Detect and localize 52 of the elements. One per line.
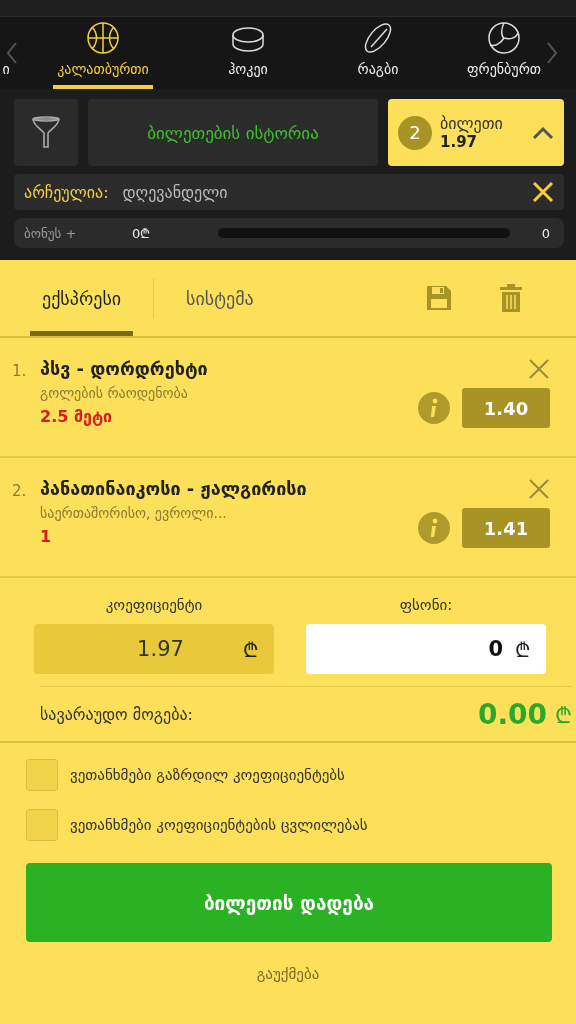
stake-label: ფსონი: [399,596,453,614]
coefficient-field: 1.97 ₾ [34,624,274,674]
ticket-button[interactable]: 2 ბილეთი 1.97 [388,99,564,166]
checkbox[interactable] [26,759,58,791]
bet-type-tab[interactable]: სისტემა [174,260,266,336]
ticket-count-badge: 2 [398,115,432,150]
funnel-icon [31,115,61,150]
bet-pick: 2.5 მეტი [40,407,114,426]
bonus-count: 0 [540,225,551,241]
market-name: საერთაშორისო, ევროლი... [40,505,228,521]
save-icon[interactable] [426,285,452,311]
filter-label: არჩეულია: [24,182,109,202]
remove-icon[interactable] [528,478,550,500]
puck-icon [230,25,266,55]
volleyball-icon [487,21,521,55]
checkbox[interactable] [26,809,58,841]
odds-badge: 1.41 [462,508,550,548]
stake-input[interactable]: 0 ₾ [306,624,546,674]
filter-button[interactable] [14,99,78,166]
odds-badge: 1.40 [462,388,550,428]
bonus-amount: 0₾ [132,225,152,242]
bet-type-tab[interactable]: ექსპრესი [30,260,134,336]
coefficient-label: კოეფიციენტი [105,596,203,614]
checkbox-label: ვეთანხმები გაზრდილ კოეფიციენტებს [70,766,345,784]
market-name: გოლების რაოდენობა [40,385,189,401]
remove-icon[interactable] [528,358,550,380]
match-name: პანათინაიკოსი - ჟალგირისი [40,478,308,499]
potential-win-label: სავარაუდო მოგება: [40,704,194,724]
checkbox-label: ვეთანხმები კოეფიციენტების ცვლილებას [70,816,368,834]
basketball-icon [86,21,120,55]
bonus-label: ბონუს + [24,225,78,241]
chevron-left-icon[interactable] [6,41,18,65]
match-name: პსვ - დორდრეხტი [40,358,209,379]
close-icon[interactable] [532,181,554,203]
cancel-link[interactable]: გაუქმება [250,964,326,984]
bet-number: 1. [12,361,28,382]
sport-tab[interactable]: ფრენბურთ [462,61,545,89]
chevron-right-icon[interactable] [546,41,558,65]
filter-value: დღევანდელი [122,182,229,202]
info-icon[interactable] [418,512,450,544]
info-icon[interactable] [418,392,450,424]
sport-tab[interactable]: ჰოკეი [224,61,272,89]
sport-tab[interactable]: რაგბი [353,61,403,89]
ticket-odds: 1.97 [440,133,477,151]
ticket-label: ბილეთი [440,114,503,133]
bet-pick: 1 [40,527,53,546]
potential-win-value: 0.00 [477,697,547,731]
sport-tab[interactable]: ი [0,61,14,89]
currency-sign: ₾ [555,702,572,729]
ticket-history-button[interactable]: ბილეთების ისტორია [88,99,378,166]
trash-icon[interactable] [500,284,522,312]
bet-number: 2. [12,481,28,502]
